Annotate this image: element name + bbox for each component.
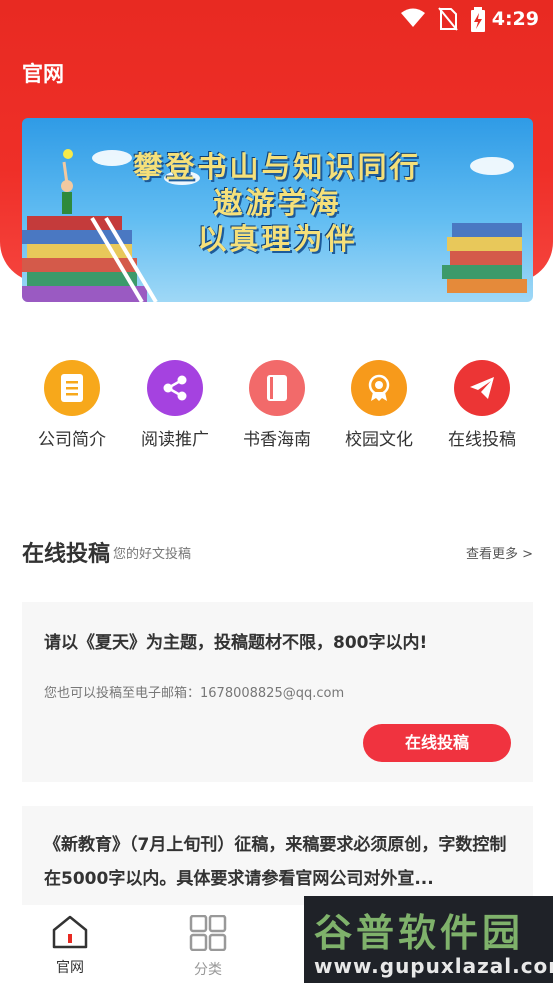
card-subtitle: 您也可以投稿至电子邮箱：1678008825@qq.com [44, 686, 345, 701]
quick-link-company-intro[interactable]: 公司简介 [27, 360, 117, 450]
share-icon [147, 360, 203, 416]
wifi-icon [401, 8, 425, 27]
quick-link-campus[interactable]: 校园文化 [334, 360, 424, 450]
quick-link-label: 校园文化 [345, 430, 413, 450]
quick-link-label: 书香海南 [243, 430, 311, 450]
status-time: 4:29 [491, 8, 539, 30]
send-icon [454, 360, 510, 416]
tab-label: 官网 [56, 960, 84, 976]
watermark: 谷普软件园 www.gupuxlazal.com [304, 896, 553, 983]
watermark-brand: 谷普软件园 [314, 911, 525, 955]
grid-icon [189, 914, 227, 952]
doc-icon [44, 360, 100, 416]
tab-home[interactable]: 官网 [30, 915, 110, 977]
view-more-link[interactable]: 查看更多 > [466, 543, 533, 562]
home-icon [52, 915, 88, 949]
page-title: 官网 [22, 62, 64, 86]
banner-image[interactable]: 攀登书山与知识同行 遨游学海 以真理为伴 [22, 118, 533, 302]
quick-link-label: 在线投稿 [448, 430, 516, 450]
status-bar: 4:29 [0, 0, 553, 40]
card-title: 请以《夏天》为主题，投稿题材不限，800字以内! [44, 633, 428, 653]
watermark-url: www.gupuxlazal.com [314, 954, 553, 978]
banner-line-3: 以真理为伴 [197, 222, 358, 256]
battery-charging-icon [471, 7, 485, 32]
section-title: 在线投稿 [22, 542, 111, 567]
submission-card[interactable]: 《新教育》（7月上旬刊）征稿，来稿要求必须原创，字数控制在5000字以内。具体要… [22, 806, 533, 906]
tab-category[interactable]: 分类 [168, 914, 248, 979]
quick-links: 公司简介 阅读推广 书香海南 校园文化 在线投稿 [0, 360, 553, 450]
submit-online-button[interactable]: 在线投稿 [363, 724, 511, 762]
quick-link-reading[interactable]: 阅读推广 [130, 360, 220, 450]
section-subtitle: 您的好文投稿 [113, 547, 192, 562]
submission-card[interactable]: 请以《夏天》为主题，投稿题材不限，800字以内! 您也可以投稿至电子邮箱：167… [22, 602, 533, 782]
tab-label: 分类 [194, 962, 222, 978]
card-title: 《新教育》（7月上旬刊）征稿，来稿要求必须原创，字数控制在5000字以内。具体要… [44, 835, 507, 889]
no-sim-icon [438, 7, 458, 31]
quick-link-books[interactable]: 书香海南 [232, 360, 322, 450]
quick-link-label: 公司简介 [38, 430, 106, 450]
quick-link-submit[interactable]: 在线投稿 [437, 360, 527, 450]
book-icon [249, 360, 305, 416]
quick-link-label: 阅读推广 [141, 430, 209, 450]
badge-icon [351, 360, 407, 416]
